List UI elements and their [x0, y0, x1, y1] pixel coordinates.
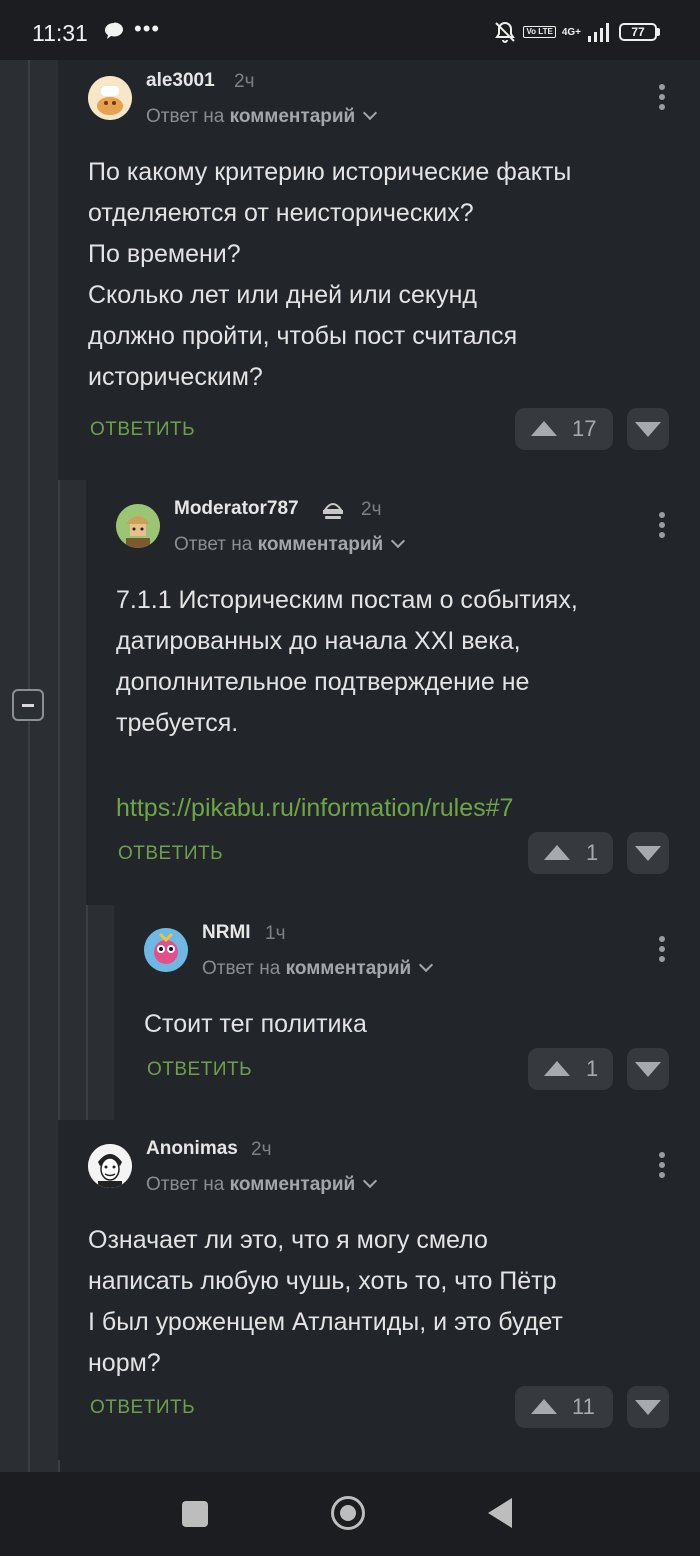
comment-text: Означает ли это, что я могу смело написат…	[88, 1226, 563, 1377]
username[interactable]: Anonimas	[146, 1138, 238, 1160]
thread-line-3	[58, 1460, 60, 1472]
back-icon[interactable]	[488, 1498, 512, 1528]
more-options-icon[interactable]	[659, 936, 665, 966]
thread-line-0	[28, 60, 30, 1472]
battery-level: 77	[619, 23, 657, 41]
chevron-down-icon	[419, 957, 434, 973]
vote-count: 1	[586, 840, 599, 865]
avatar[interactable]	[88, 76, 132, 120]
arrow-up-icon	[531, 421, 557, 436]
network-type: 4G+	[561, 26, 581, 38]
downvote-button[interactable]	[627, 408, 669, 450]
username[interactable]: Moderator787	[174, 498, 299, 520]
reply-to-link[interactable]: Ответ на комментарий	[202, 957, 434, 980]
avatar[interactable]	[116, 504, 160, 548]
comment-time: 2ч	[361, 499, 382, 520]
rules-link[interactable]: https://pikabu.ru/information/rules#7	[116, 794, 513, 822]
vote-count: 11	[572, 1394, 595, 1419]
comment-text: 7.1.1 Историческим постам о событиях, дат…	[116, 586, 578, 737]
arrow-up-icon	[544, 1061, 570, 1076]
chevron-down-icon	[363, 105, 378, 121]
comment-text: По какому критерию исторические факты отд…	[88, 158, 572, 391]
comment-time: 1ч	[265, 923, 286, 944]
chevron-down-icon	[363, 1173, 378, 1189]
vote-count: 1	[586, 1056, 599, 1081]
comment-time: 2ч	[234, 71, 255, 92]
moderator-badge-icon	[323, 503, 343, 519]
username[interactable]: ale3001	[146, 70, 215, 92]
thread-line-2	[86, 905, 88, 1120]
rules-link-paragraph: https://pikabu.ru/information/rules#7	[116, 788, 513, 829]
reply-button[interactable]: ОТВЕТИТЬ	[90, 419, 195, 441]
battery-icon: 77	[619, 23, 660, 41]
signal-icon	[588, 23, 609, 42]
upvote-button[interactable]: 1	[528, 832, 613, 874]
downvote-button[interactable]	[627, 1048, 669, 1090]
comment-text: Стоит тег политика	[144, 1010, 367, 1038]
reply-to-link[interactable]: Ответ на комментарий	[146, 105, 378, 128]
status-bar: 11:31 ••• Vo LTE 4G+ 77	[0, 0, 700, 60]
upvote-button[interactable]: 11	[515, 1386, 613, 1428]
collapse-thread-button[interactable]	[12, 689, 44, 721]
chevron-down-icon	[391, 533, 406, 549]
volte-icon: Vo LTE	[523, 26, 556, 38]
more-notifications-icon: •••	[134, 16, 161, 41]
reply-button[interactable]: ОТВЕТИТЬ	[90, 1397, 195, 1419]
thread-guide-2	[86, 905, 114, 1120]
chat-bubble-icon	[105, 22, 123, 39]
arrow-up-icon	[531, 1399, 557, 1414]
more-options-icon[interactable]	[659, 1152, 665, 1182]
more-options-icon[interactable]	[659, 512, 665, 542]
username[interactable]: NRMI	[202, 922, 251, 944]
thread-guide-1	[58, 480, 86, 1120]
arrow-up-icon	[544, 845, 570, 860]
reply-to-link[interactable]: Ответ на комментарий	[174, 533, 406, 556]
clock: 11:31	[32, 20, 88, 46]
reply-to-link[interactable]: Ответ на комментарий	[146, 1173, 378, 1196]
downvote-button[interactable]	[627, 1386, 669, 1428]
upvote-button[interactable]: 1	[528, 1048, 613, 1090]
home-icon[interactable]	[331, 1496, 365, 1530]
recent-apps-icon[interactable]	[182, 1501, 208, 1527]
bell-off-icon	[495, 21, 516, 43]
downvote-button[interactable]	[627, 832, 669, 874]
vote-count: 17	[572, 416, 597, 441]
avatar[interactable]	[88, 1144, 132, 1188]
reply-button[interactable]: ОТВЕТИТЬ	[118, 843, 223, 865]
avatar[interactable]	[144, 928, 188, 972]
reply-button[interactable]: ОТВЕТИТЬ	[147, 1059, 252, 1081]
more-options-icon[interactable]	[659, 84, 665, 114]
comment-time: 2ч	[251, 1139, 272, 1160]
thread-line-1	[58, 480, 60, 1120]
upvote-button[interactable]: 17	[515, 408, 613, 450]
